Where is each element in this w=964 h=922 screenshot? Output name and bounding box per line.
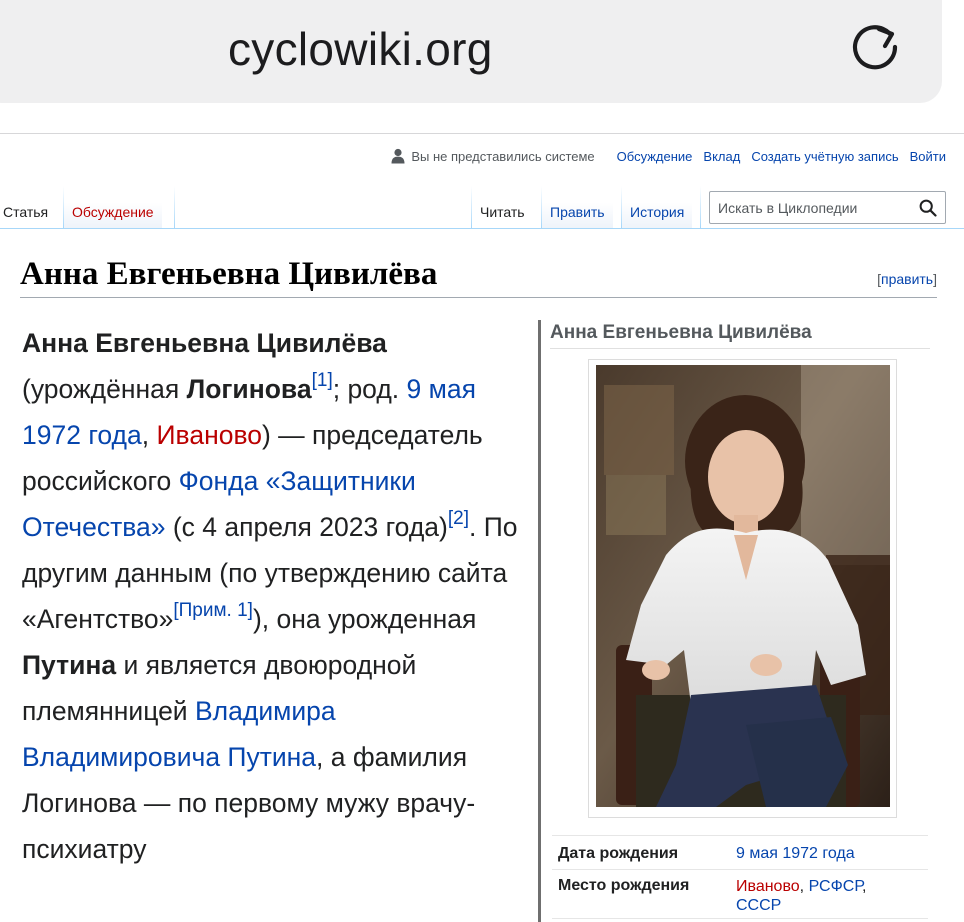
birth-place-value: Иваново, РСФСР, СССР [736, 878, 867, 914]
browser-toolbar: cyclowiki.org [0, 0, 964, 134]
toolbar-divider [0, 133, 964, 134]
tab-separator [700, 186, 701, 228]
tabs-baseline [0, 228, 964, 229]
tab-history[interactable]: История [622, 186, 693, 228]
birth-date-label: Дата рождения [558, 845, 679, 862]
user-icon [391, 148, 405, 164]
lead-text: ), она урожденная [252, 604, 477, 634]
note-link[interactable]: [Прим. 1] [173, 600, 253, 621]
birth-place-link[interactable]: Иваново [157, 420, 262, 450]
personal-tools: Вы не представились системе Обсуждение В… [391, 148, 946, 164]
lead-text: ; род. [332, 374, 407, 404]
infobox-border [538, 320, 541, 922]
lead-paragraph: Анна Евгеньевна Цивилёва (урождённая Лог… [22, 320, 522, 872]
tab-article[interactable]: Статья [0, 186, 57, 229]
contributions-link[interactable]: Вклад [703, 149, 740, 164]
other-surname: Путина [22, 650, 117, 680]
search-icon[interactable] [919, 199, 937, 217]
birth-date-value: 9 мая 1972 года [736, 844, 926, 863]
edit-link[interactable]: править [881, 271, 933, 287]
infobox-row-divider [552, 869, 928, 870]
birth-date-value-link[interactable]: 9 мая 1972 года [736, 845, 855, 862]
country-link[interactable]: СССР [736, 897, 781, 914]
tab-discussion[interactable]: Обсуждение [64, 186, 162, 228]
url-text[interactable]: cyclowiki.org [228, 22, 493, 76]
birth-name: Логинова [186, 374, 312, 404]
infobox-title: Анна Евгеньевна Цивилёва [550, 322, 812, 343]
infobox-title-divider [550, 348, 930, 349]
search-box[interactable]: Искать в Циклопедии [709, 191, 946, 224]
portrait-photo[interactable] [596, 365, 890, 807]
not-logged-in-text: Вы не представились системе [411, 148, 595, 164]
reference-link[interactable]: [2] [448, 508, 469, 529]
subject-name: Анна Евгеньевна Цивилёва [22, 328, 387, 358]
search-input[interactable]: Искать в Циклопедии [718, 200, 857, 216]
lead-text: (с 4 апреля 2023 года) [165, 512, 448, 542]
tab-separator [174, 186, 175, 228]
title-divider [20, 297, 937, 298]
reference-1: [1] [312, 370, 333, 391]
note-1: [Прим. 1] [173, 600, 253, 621]
section-edit: [править] [877, 271, 937, 287]
infobox-row-divider [552, 835, 928, 836]
tab-read[interactable]: Читать [472, 186, 533, 229]
tab-edit[interactable]: Править [542, 186, 613, 228]
infobox-row-divider [552, 918, 928, 919]
page-title: Анна Евгеньевна Цивилёва [20, 256, 438, 292]
reload-icon[interactable] [846, 20, 904, 78]
region-link[interactable]: РСФСР [809, 878, 862, 895]
reference-2: [2] [448, 508, 469, 529]
create-account-link[interactable]: Создать учётную запись [751, 149, 898, 164]
reference-link[interactable]: [1] [312, 370, 333, 391]
birth-place-label: Место рождения [558, 877, 690, 894]
talk-link[interactable]: Обсуждение [617, 149, 693, 164]
birth-place-value-link[interactable]: Иваново [736, 878, 800, 895]
lead-text: , [141, 420, 157, 450]
lead-text: (урождённая [22, 374, 187, 404]
login-link[interactable]: Войти [910, 149, 946, 164]
